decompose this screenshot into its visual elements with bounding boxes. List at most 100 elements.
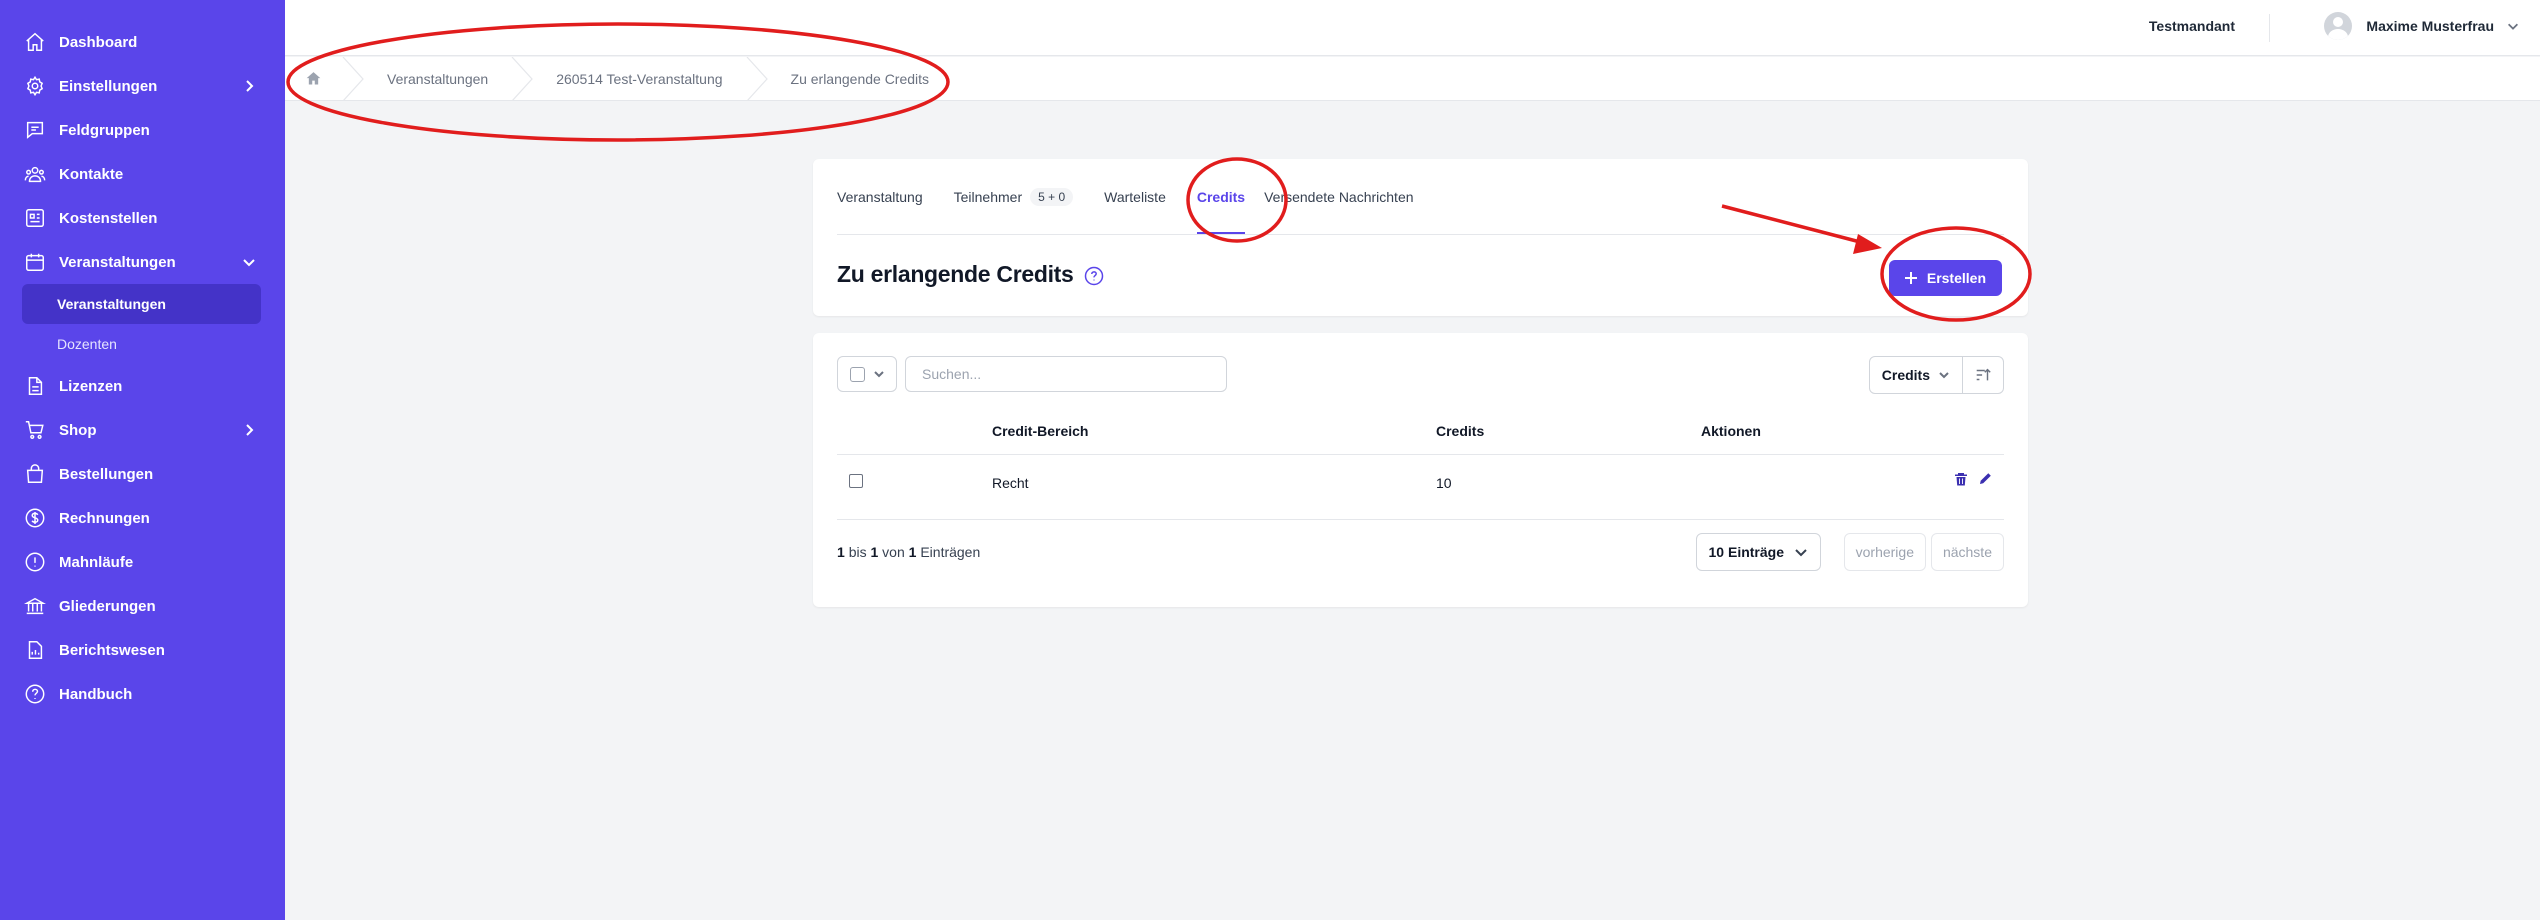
breadcrumb-separator	[510, 56, 534, 101]
sidebar-item-mahnlaeufe[interactable]: Mahnläufe	[0, 540, 285, 584]
page-title: Zu erlangende Credits	[837, 261, 1104, 288]
sidebar-item-label: Rechnungen	[59, 509, 150, 527]
users-icon	[24, 163, 46, 185]
breadcrumb-item-current[interactable]: Zu erlangende Credits	[769, 71, 952, 87]
sidebar-item-handbuch[interactable]: Handbuch	[0, 672, 285, 716]
sort-field-label: Credits	[1881, 367, 1930, 383]
sidebar-item-label: Dashboard	[59, 33, 138, 51]
sidebar-item-einstellungen[interactable]: Einstellungen	[0, 64, 285, 108]
chat-icon	[24, 119, 46, 141]
breadcrumb-home[interactable]	[285, 57, 341, 101]
sidebar-item-rechnungen[interactable]: Rechnungen	[0, 496, 285, 540]
sidebar-item-label: Bestellungen	[59, 465, 154, 483]
sidebar-item-label: Einstellungen	[59, 77, 158, 95]
paging-from: 1	[837, 544, 845, 560]
top-bar: Testmandant Maxime Musterfrau	[285, 0, 2540, 56]
sidebar: Dashboard Einstellungen Feldgruppen Kont…	[0, 0, 285, 920]
breadcrumb: Veranstaltungen 260514 Test-Veranstaltun…	[285, 56, 2540, 101]
building-icon	[24, 207, 46, 229]
sidebar-item-label: Kostenstellen	[59, 209, 158, 227]
tab-credits[interactable]: Credits	[1196, 158, 1246, 234]
chevron-down-icon	[1939, 372, 1949, 379]
sidebar-item-label: Mahnläufe	[59, 553, 134, 571]
sidebar-item-gliederungen[interactable]: Gliederungen	[0, 584, 285, 628]
dollar-icon	[24, 507, 46, 529]
avatar	[2324, 12, 2353, 40]
tab-warteliste[interactable]: Warteliste	[1104, 158, 1166, 234]
column-header-credits[interactable]: Credits	[1436, 423, 1484, 439]
user-name: Maxime Musterfrau	[2366, 18, 2494, 34]
sidebar-item-label: Feldgruppen	[59, 121, 150, 139]
paging-text: bis	[848, 544, 867, 560]
sidebar-item-shop[interactable]: Shop	[0, 408, 285, 452]
home-icon	[24, 31, 46, 53]
breadcrumb-item-veranstaltungen[interactable]: Veranstaltungen	[365, 71, 510, 87]
row-checkbox[interactable]	[849, 474, 863, 488]
tab-label: Warteliste	[1104, 189, 1166, 205]
breadcrumb-separator	[341, 56, 365, 101]
paging-to: 1	[870, 544, 879, 560]
chevron-down-icon	[2506, 19, 2520, 33]
cart-icon	[24, 419, 46, 441]
tab-teilnehmer[interactable]: Teilnehmer 5 + 0	[954, 158, 1074, 234]
cell-credits: 10	[1436, 475, 1452, 491]
tab-label: Teilnehmer	[953, 189, 1023, 205]
sidebar-item-label: Shop	[59, 421, 97, 439]
paging-text: Einträgen	[920, 544, 981, 560]
sidebar-item-dashboard[interactable]: Dashboard	[0, 20, 285, 64]
sidebar-item-label: Lizenzen	[59, 377, 123, 395]
chevron-down-icon	[241, 254, 257, 270]
sidebar-item-feldgruppen[interactable]: Feldgruppen	[0, 108, 285, 152]
sort-ascending-icon	[1976, 368, 1991, 381]
previous-page-button[interactable]: vorherige	[1843, 533, 1926, 571]
breadcrumb-item-event[interactable]: 260514 Test-Veranstaltung	[534, 71, 744, 87]
tab-bar: Veranstaltung Teilnehmer 5 + 0 Warteliste…	[837, 159, 2004, 235]
sidebar-item-bestellungen[interactable]: Bestellungen	[0, 452, 285, 496]
per-page-select[interactable]: 10 Einträge	[1695, 533, 1821, 571]
sort-control: Credits	[1868, 356, 2004, 394]
plus-icon	[1904, 272, 1917, 284]
trash-icon[interactable]	[1953, 471, 1971, 489]
breadcrumb-separator	[745, 56, 769, 101]
alert-icon	[24, 551, 46, 573]
sidebar-subitem-veranstaltungen[interactable]: Veranstaltungen	[22, 284, 261, 324]
sidebar-item-veranstaltungen[interactable]: Veranstaltungen	[0, 240, 285, 284]
table-divider	[837, 454, 2004, 455]
report-icon	[24, 639, 46, 661]
page-title-text: Zu erlangende Credits	[837, 261, 1074, 287]
sidebar-subitem-dozenten[interactable]: Dozenten	[22, 324, 261, 364]
paging-total: 1	[908, 544, 917, 560]
user-menu[interactable]: Maxime Musterfrau	[2324, 12, 2520, 40]
tab-label: Veranstaltung	[837, 189, 923, 205]
next-page-button[interactable]: nächste	[1930, 533, 2004, 571]
select-all-checkbox[interactable]	[850, 366, 865, 382]
column-header-aktionen: Aktionen	[1701, 423, 1761, 439]
help-circle-icon[interactable]	[1084, 265, 1104, 285]
create-button-label: Erstellen	[1926, 270, 1986, 286]
sidebar-item-label: Veranstaltungen	[59, 253, 176, 271]
sidebar-item-kontakte[interactable]: Kontakte	[0, 152, 285, 196]
table-divider	[837, 519, 2004, 520]
bulk-select-dropdown[interactable]	[837, 356, 897, 392]
sort-field-select[interactable]: Credits	[1870, 357, 1963, 393]
tab-veranstaltung[interactable]: Veranstaltung	[837, 158, 923, 234]
column-header-credit-bereich[interactable]: Credit-Bereich	[992, 423, 1088, 439]
tenant-name[interactable]: Testmandant	[2149, 18, 2235, 34]
credits-table-card: Credits Credit-Bereich Credits Aktionen …	[813, 333, 2028, 607]
edit-pencil-icon[interactable]	[1977, 471, 1995, 489]
sidebar-item-label: Gliederungen	[59, 597, 156, 615]
tab-label: Credits	[1196, 189, 1246, 205]
chevron-down-icon	[874, 371, 884, 378]
sidebar-item-label: Berichtswesen	[59, 641, 165, 659]
create-button[interactable]: Erstellen	[1888, 260, 2002, 296]
sidebar-item-berichtswesen[interactable]: Berichtswesen	[0, 628, 285, 672]
sidebar-item-lizenzen[interactable]: Lizenzen	[0, 364, 285, 408]
count-badge: 5 + 0	[1030, 188, 1074, 206]
sidebar-item-kostenstellen[interactable]: Kostenstellen	[0, 196, 285, 240]
chevron-right-icon	[241, 422, 257, 438]
tab-versendete-nachrichten[interactable]: Versendete Nachrichten	[1264, 158, 1413, 234]
sort-direction-button[interactable]	[1963, 357, 2003, 393]
search-input[interactable]	[905, 356, 1227, 392]
sidebar-item-label: Handbuch	[59, 685, 133, 703]
gear-icon	[24, 75, 46, 97]
